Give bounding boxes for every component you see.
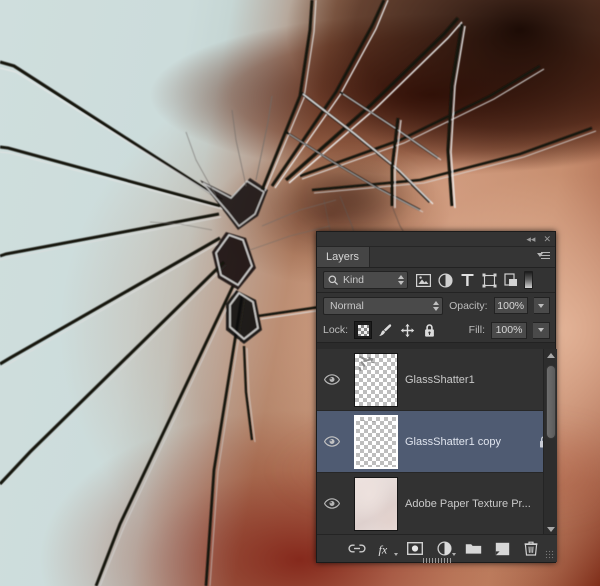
lock-icon <box>424 323 434 337</box>
layer-list: GlassShatter1 GlassShatter1 copy Adobe P… <box>317 349 557 536</box>
tab-layers[interactable]: Layers <box>317 247 371 267</box>
lock-button-group <box>354 321 438 339</box>
filter-icon-group <box>415 272 519 288</box>
filter-kind-label: Kind <box>343 274 365 286</box>
layer-visibility-toggle[interactable] <box>317 374 347 385</box>
opacity-label: Opacity: <box>449 299 488 312</box>
tab-layers-label: Layers <box>326 251 360 263</box>
panel-resize-grip[interactable] <box>545 550 555 560</box>
layer-row[interactable]: Adobe Paper Texture Pr... <box>317 473 557 535</box>
move-arrows-icon <box>400 323 414 337</box>
layer-visibility-toggle[interactable] <box>317 436 347 447</box>
layer-mask-icon <box>407 542 423 555</box>
layer-name[interactable]: GlassShatter1 <box>405 374 531 386</box>
layer-thumbnail <box>354 414 398 469</box>
link-icon <box>348 544 366 553</box>
filter-shape-icon[interactable] <box>481 272 497 288</box>
filter-smartobject-icon[interactable] <box>503 272 519 288</box>
panel-tab-row: Layers <box>317 247 555 268</box>
search-icon <box>328 275 339 285</box>
opacity-input[interactable]: 100% <box>493 297 528 314</box>
layer-thumbnail-cell[interactable] <box>347 352 405 407</box>
layer-row[interactable]: GlassShatter1 <box>317 349 557 411</box>
lock-image-pixels-button[interactable] <box>376 321 394 339</box>
layer-list-scrollbar[interactable] <box>543 349 557 536</box>
layer-thumbnail <box>354 352 398 407</box>
new-group-button[interactable] <box>464 540 482 558</box>
layer-name[interactable]: GlassShatter1 copy <box>405 436 531 448</box>
fx-icon: fx <box>378 542 387 556</box>
layer-style-button[interactable]: fx <box>377 540 398 558</box>
filter-adjustment-icon[interactable] <box>437 272 453 288</box>
folder-icon <box>465 544 481 554</box>
close-panel-button[interactable]: ✕ <box>543 234 551 244</box>
brush-icon <box>378 323 391 336</box>
filter-kind-stepper[interactable] <box>398 275 404 285</box>
checkerboard-icon <box>357 324 369 336</box>
new-layer-button[interactable] <box>493 540 511 558</box>
layer-visibility-toggle[interactable] <box>317 498 347 509</box>
lock-position-button[interactable] <box>398 321 416 339</box>
scrollbar-thumb[interactable] <box>546 365 556 439</box>
eye-icon <box>324 436 340 447</box>
blend-mode-stepper[interactable] <box>433 300 440 311</box>
app-canvas: ◂◂ ✕ Layers Kind Normal Opacity: 100% Lo… <box>0 0 600 586</box>
filter-enable-switch[interactable] <box>524 271 533 289</box>
link-layers-button[interactable] <box>348 540 366 558</box>
panel-titlebar: ◂◂ ✕ <box>317 232 555 247</box>
scroll-up-button[interactable] <box>544 349 557 362</box>
layers-panel: ◂◂ ✕ Layers Kind Normal Opacity: 100% Lo… <box>316 231 557 563</box>
layer-thumbnail-cell[interactable] <box>347 414 405 469</box>
lock-transparent-pixels-button[interactable] <box>354 321 373 339</box>
new-adjustment-layer-button[interactable] <box>435 540 456 558</box>
lock-row: Lock: Fill: 100% <box>317 318 555 343</box>
filter-kind-select[interactable]: Kind <box>323 271 408 289</box>
trash-icon <box>524 541 538 556</box>
filter-pixel-icon[interactable] <box>415 272 431 288</box>
blend-mode-row: Normal Opacity: 100% <box>317 293 555 318</box>
fill-label: Fill: <box>468 324 485 336</box>
delete-layer-button[interactable] <box>522 540 540 558</box>
add-layer-mask-button[interactable] <box>406 540 424 558</box>
layer-name[interactable]: Adobe Paper Texture Pr... <box>405 498 531 510</box>
eye-icon <box>324 374 340 385</box>
panel-bottom-handle[interactable] <box>423 558 451 563</box>
svg-text:fx: fx <box>378 542 387 556</box>
lock-all-button[interactable] <box>420 321 438 339</box>
layers-bottom-toolbar: fx <box>317 534 557 563</box>
eye-icon <box>324 498 340 509</box>
panel-menu-icon[interactable] <box>537 252 550 262</box>
collapse-panel-button[interactable]: ◂◂ <box>526 234 535 244</box>
new-layer-icon <box>495 542 509 555</box>
layer-thumbnail <box>354 476 398 531</box>
opacity-dropdown-button[interactable] <box>533 297 550 314</box>
layer-row[interactable]: GlassShatter1 copy <box>317 411 557 473</box>
fill-input[interactable]: 100% <box>491 321 527 339</box>
filter-type-icon[interactable] <box>459 272 475 288</box>
layer-thumbnail-cell[interactable] <box>347 476 405 531</box>
adjustment-circle-icon <box>436 541 452 556</box>
blend-mode-value: Normal <box>330 299 364 312</box>
fill-dropdown-button[interactable] <box>533 321 550 339</box>
lock-label: Lock: <box>323 324 349 336</box>
layer-filter-row: Kind <box>317 268 555 293</box>
blend-mode-select[interactable]: Normal <box>323 296 444 315</box>
